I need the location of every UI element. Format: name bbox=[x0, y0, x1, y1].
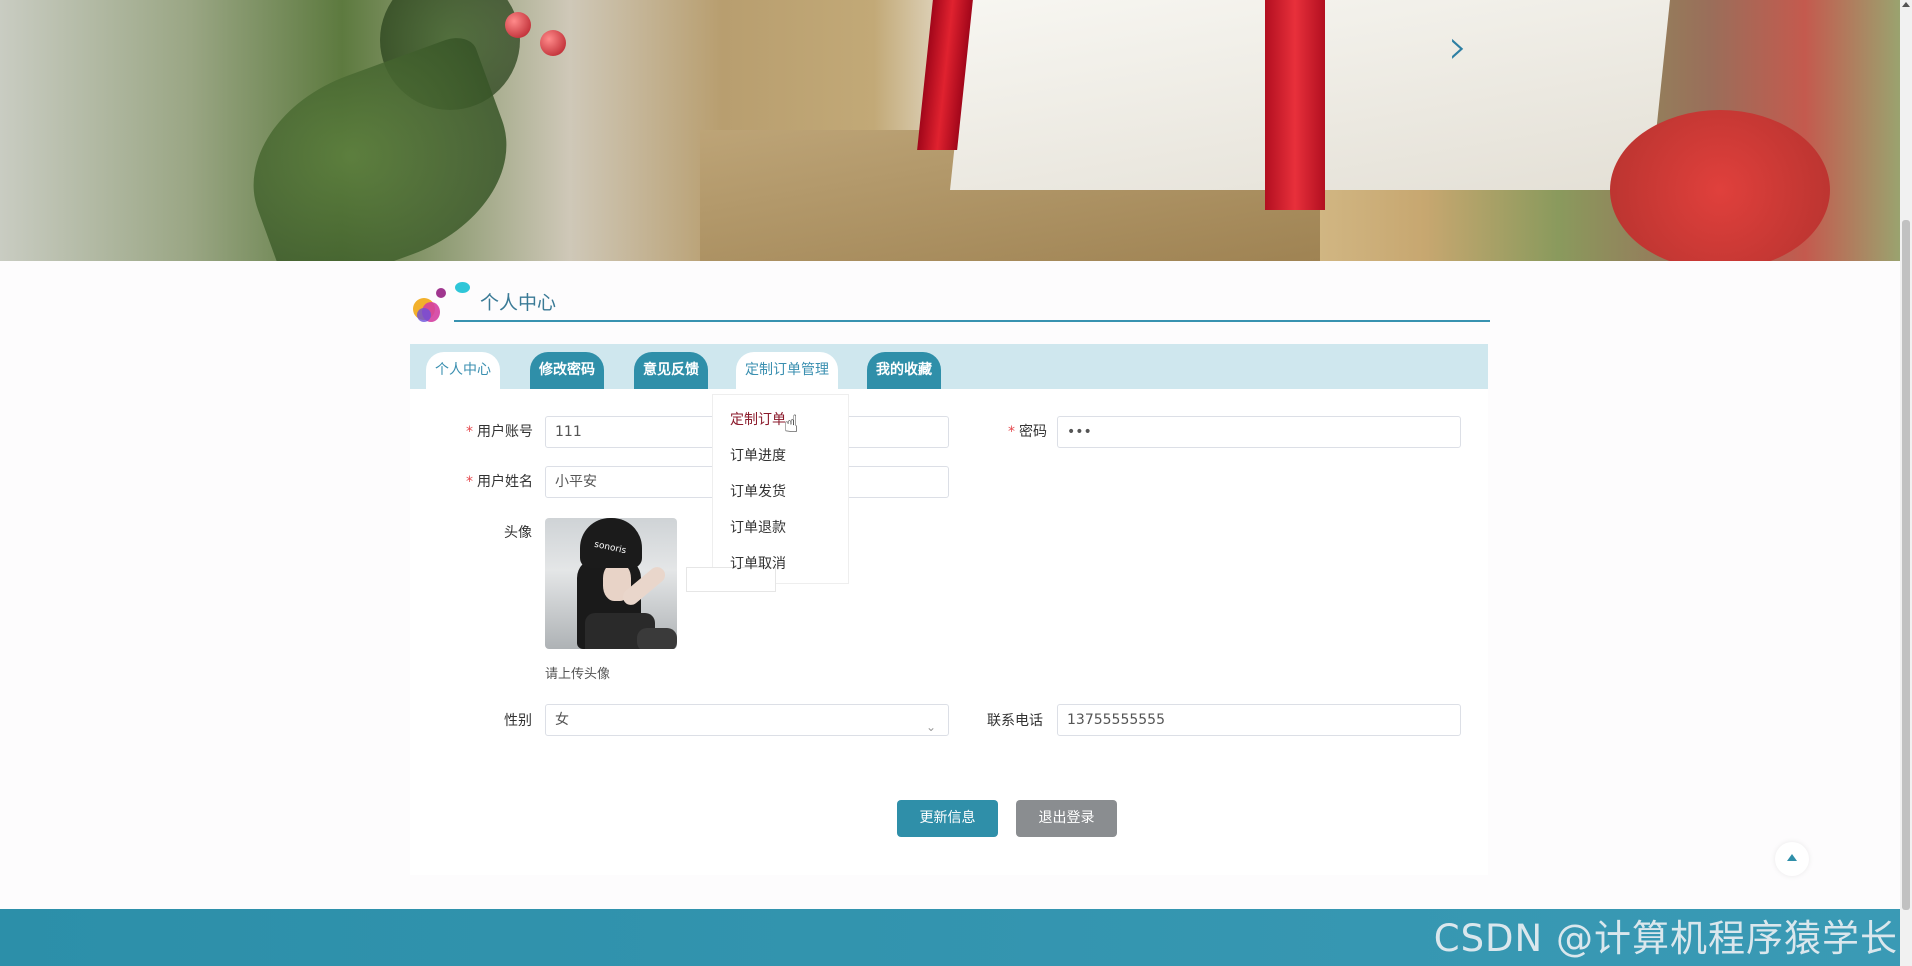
arrow-up-icon bbox=[1787, 854, 1797, 861]
avatar-hint: 请上传头像 bbox=[545, 667, 611, 682]
gender-label: 性别 bbox=[504, 713, 532, 729]
banner-berry bbox=[505, 12, 531, 38]
avatar-label: 头像 bbox=[504, 525, 532, 541]
page-scrollbar[interactable] bbox=[1900, 0, 1912, 966]
tab-profile[interactable]: 个人中心 bbox=[426, 352, 500, 389]
banner-carousel: › bbox=[0, 0, 1900, 261]
tab-custom-orders[interactable]: 定制订单管理 bbox=[736, 352, 838, 389]
menu-item-order-progress[interactable]: 订单进度 bbox=[730, 445, 786, 465]
logout-button[interactable]: 退出登录 bbox=[1016, 800, 1117, 837]
divider bbox=[454, 320, 1490, 322]
gender-value: 女 bbox=[555, 712, 569, 728]
update-info-button[interactable]: 更新信息 bbox=[897, 800, 998, 837]
realname-label: * 用户姓名 bbox=[466, 474, 533, 490]
chevron-right-icon[interactable]: › bbox=[1438, 22, 1478, 72]
menu-item-order-cancel[interactable]: 订单取消 bbox=[730, 553, 786, 573]
username-label: * 用户账号 bbox=[466, 424, 533, 440]
banner-ribbon bbox=[1265, 0, 1325, 210]
gender-select[interactable]: 女 ⌄ bbox=[545, 704, 949, 736]
chevron-down-icon: ⌄ bbox=[925, 720, 936, 734]
menu-item-order-shipping[interactable]: 订单发货 bbox=[730, 481, 786, 501]
tab-feedback[interactable]: 意见反馈 bbox=[634, 352, 708, 389]
password-input[interactable]: ••• bbox=[1057, 416, 1461, 448]
menu-item-custom-order[interactable]: 定制订单 bbox=[730, 409, 786, 429]
tab-bar: 个人中心 修改密码 意见反馈 定制订单管理 我的收藏 bbox=[410, 344, 1488, 389]
scroll-up-icon[interactable] bbox=[1902, 2, 1910, 7]
page-title: 个人中心 bbox=[480, 292, 557, 314]
phone-label: 联系电话 bbox=[987, 713, 1043, 729]
tab-favorites[interactable]: 我的收藏 bbox=[867, 352, 941, 389]
section-header: 个人中心 bbox=[410, 280, 1490, 326]
menu-item-order-refund[interactable]: 订单退款 bbox=[730, 517, 786, 537]
watermark: CSDN @计算机程序猿学长 bbox=[1433, 917, 1898, 960]
banner-berry bbox=[540, 30, 566, 56]
banner-ornament bbox=[1610, 110, 1830, 261]
back-to-top-button[interactable] bbox=[1775, 842, 1809, 876]
phone-input[interactable]: 13755555555 bbox=[1057, 704, 1461, 736]
avatar[interactable]: sonoris bbox=[545, 518, 677, 649]
tab-change-password[interactable]: 修改密码 bbox=[530, 352, 604, 389]
password-label: * 密码 bbox=[1008, 424, 1047, 440]
pointer-cursor-icon: ☝ bbox=[784, 410, 799, 438]
custom-orders-dropdown: 定制订单 订单进度 订单发货 订单退款 订单取消 bbox=[686, 394, 849, 592]
scrollbar-thumb[interactable] bbox=[1902, 220, 1910, 910]
